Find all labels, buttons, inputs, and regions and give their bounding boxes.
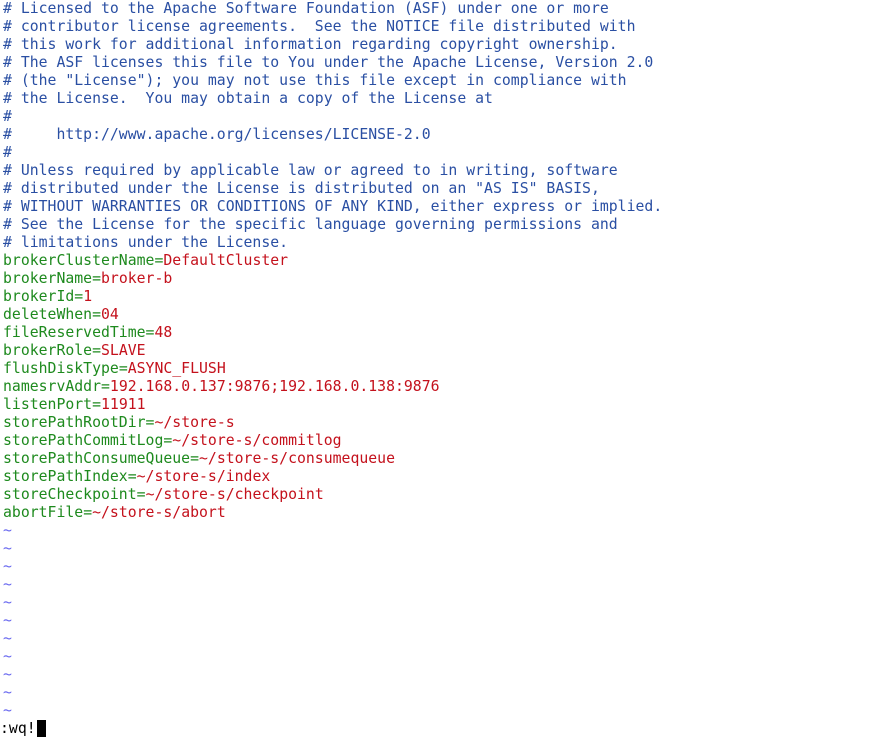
- empty-line-marker: ~: [3, 522, 12, 539]
- config-line-brokerRole: brokerRole=SLAVE: [3, 342, 889, 360]
- config-key: namesrvAddr: [3, 378, 101, 395]
- config-value: ASYNC_FLUSH: [127, 360, 226, 377]
- config-key: fileReservedTime: [3, 324, 146, 341]
- config-line-storePathConsumeQueue: storePathConsumeQueue=~/store-s/consumeq…: [3, 450, 889, 468]
- config-value: 48: [154, 324, 173, 341]
- equals-sign: =: [136, 486, 146, 503]
- config-value: ~/store-s/index: [136, 468, 271, 485]
- config-value: broker-b: [101, 270, 173, 287]
- config-value: ~/store-s/abort: [92, 504, 226, 521]
- config-value: ~/store-s/consumequeue: [199, 450, 395, 467]
- config-line-brokerName: brokerName=broker-b: [3, 270, 889, 288]
- equals-sign: =: [92, 396, 102, 413]
- config-line-listenPort: listenPort=11911: [3, 396, 889, 414]
- config-line-brokerId: brokerId=1: [3, 288, 889, 306]
- config-value: 04: [101, 306, 119, 323]
- config-value: SLAVE: [101, 342, 146, 359]
- comment-line: # See the License for the specific langu…: [3, 216, 618, 233]
- config-key: flushDiskType: [3, 360, 119, 377]
- config-key: storePathCommitLog: [3, 432, 164, 449]
- config-properties-block: brokerClusterName=DefaultCluster brokerNa…: [3, 252, 889, 522]
- config-key: storePathIndex: [3, 468, 128, 485]
- config-line-deleteWhen: deleteWhen=04: [3, 306, 889, 324]
- config-value: DefaultCluster: [163, 252, 289, 269]
- equals-sign: =: [92, 306, 102, 323]
- config-key: brokerName: [3, 270, 93, 287]
- comment-line: # distributed under the License is distr…: [3, 180, 600, 197]
- config-line-storeCheckpoint: storeCheckpoint=~/store-s/checkpoint: [3, 486, 889, 504]
- empty-line-marker: ~: [3, 594, 12, 611]
- config-line-abortFile: abortFile=~/store-s/abort: [3, 504, 889, 522]
- config-key: storePathConsumeQueue: [3, 450, 191, 467]
- equals-sign: =: [83, 504, 93, 521]
- comment-line: # http://www.apache.org/licenses/LICENSE…: [3, 126, 431, 143]
- equals-sign: =: [127, 468, 137, 485]
- comment-line: # The ASF licenses this file to You unde…: [3, 54, 654, 71]
- command-text: :wq!: [0, 720, 36, 737]
- config-key: storeCheckpoint: [3, 486, 137, 503]
- config-line-flushDiskType: flushDiskType=ASYNC_FLUSH: [3, 360, 889, 378]
- config-line-fileReservedTime: fileReservedTime=48: [3, 324, 889, 342]
- empty-line-marker: ~: [3, 702, 12, 719]
- comment-line: # WITHOUT WARRANTIES OR CONDITIONS OF AN…: [3, 198, 663, 215]
- comment-line: # Unless required by applicable law or a…: [3, 162, 618, 179]
- equals-sign: =: [118, 360, 128, 377]
- equals-sign: =: [92, 270, 102, 287]
- config-value: 192.168.0.137:9876;192.168.0.138:9876: [109, 378, 440, 395]
- comment-line: # contributor license agreements. See th…: [3, 18, 636, 35]
- config-key: brokerId: [3, 288, 75, 305]
- config-key: abortFile: [3, 504, 84, 521]
- license-comment-block: # Licensed to the Apache Software Founda…: [3, 0, 889, 252]
- config-value: ~/store-s: [154, 414, 235, 431]
- equals-sign: =: [74, 288, 84, 305]
- equals-sign: =: [92, 342, 102, 359]
- config-key: brokerClusterName: [3, 252, 155, 269]
- empty-line-marker: ~: [3, 576, 12, 593]
- empty-line-marker: ~: [3, 630, 12, 647]
- config-line-storePathIndex: storePathIndex=~/store-s/index: [3, 468, 889, 486]
- config-key: brokerRole: [3, 342, 93, 359]
- config-value: 1: [83, 288, 93, 305]
- empty-line-marker: ~: [3, 540, 12, 557]
- empty-line-marker: ~: [3, 684, 12, 701]
- config-value: ~/store-s/commitlog: [172, 432, 342, 449]
- config-value: ~/store-s/checkpoint: [145, 486, 324, 503]
- config-line-brokerClusterName: brokerClusterName=DefaultCluster: [3, 252, 889, 270]
- empty-line-marker: ~: [3, 666, 12, 683]
- config-line-storePathCommitLog: storePathCommitLog=~/store-s/commitlog: [3, 432, 889, 450]
- comment-line: # Licensed to the Apache Software Founda…: [3, 0, 609, 17]
- config-line-namesrvAddr: namesrvAddr=192.168.0.137:9876;192.168.0…: [3, 378, 889, 396]
- config-key: listenPort: [3, 396, 93, 413]
- empty-buffer-lines: ~ ~ ~ ~ ~ ~ ~ ~ ~ ~ ~: [3, 522, 889, 720]
- config-value: 11911: [101, 396, 146, 413]
- vim-editor-buffer[interactable]: # Licensed to the Apache Software Founda…: [3, 0, 889, 720]
- equals-sign: =: [163, 432, 173, 449]
- empty-line-marker: ~: [3, 648, 12, 665]
- config-line-storePathRootDir: storePathRootDir=~/store-s: [3, 414, 889, 432]
- comment-line: # the License. You may obtain a copy of …: [3, 90, 493, 107]
- text-cursor: [36, 720, 46, 737]
- vim-command-line[interactable]: :wq!: [0, 720, 46, 738]
- comment-line: #: [3, 108, 12, 125]
- config-key: deleteWhen: [3, 306, 93, 323]
- comment-line: #: [3, 144, 12, 161]
- empty-line-marker: ~: [3, 612, 12, 629]
- equals-sign: =: [101, 378, 110, 395]
- comment-line: # limitations under the License.: [3, 234, 289, 251]
- equals-sign: =: [190, 450, 199, 467]
- config-key: storePathRootDir: [3, 414, 146, 431]
- comment-line: # this work for additional information r…: [3, 36, 618, 53]
- comment-line: # (the "License"); you may not use this …: [3, 72, 627, 89]
- empty-line-marker: ~: [3, 558, 12, 575]
